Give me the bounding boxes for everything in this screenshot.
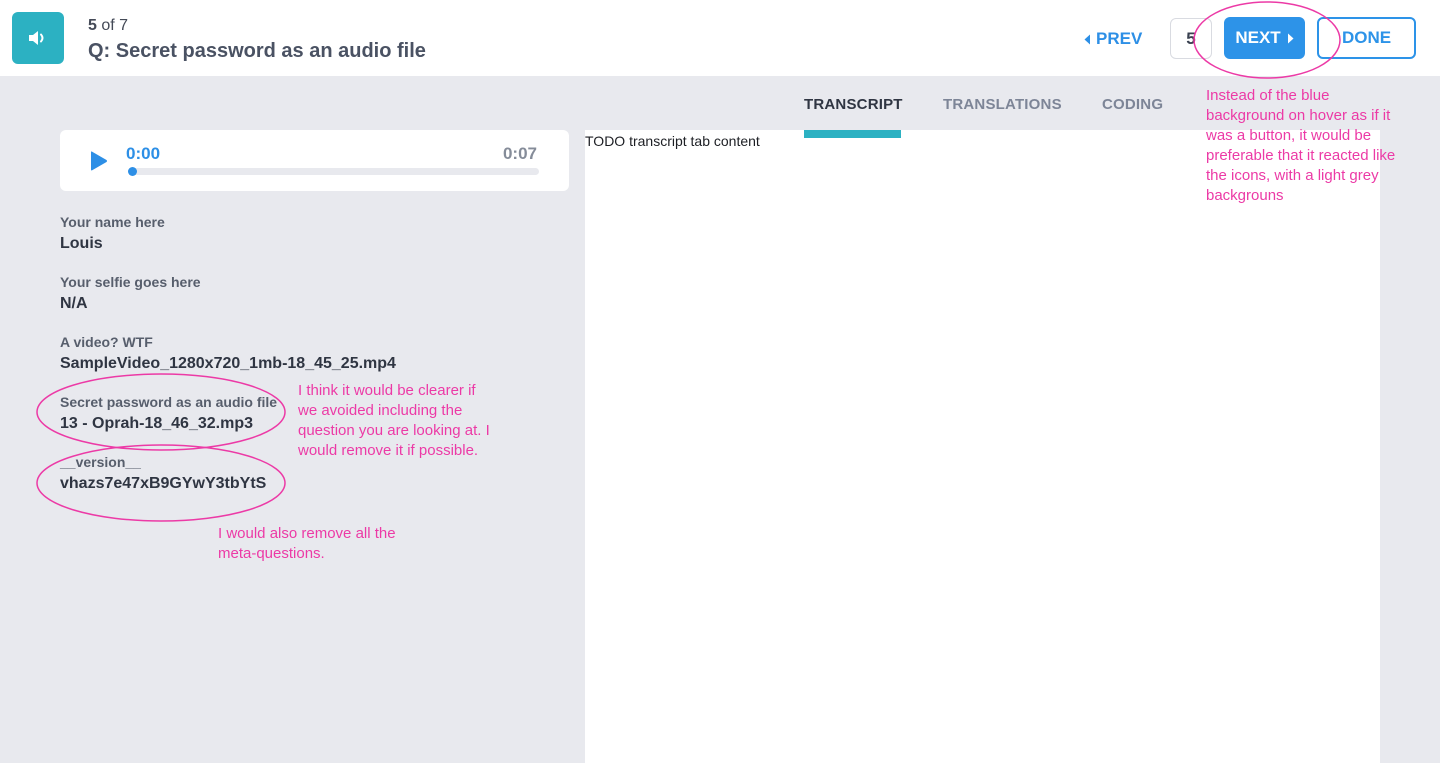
total-time: 0:07 <box>502 144 537 163</box>
note-line: backgrouns <box>1206 187 1284 204</box>
caret-right-icon <box>1287 33 1294 43</box>
active-tab-indicator <box>804 130 901 138</box>
current-time: 0:00 <box>126 144 161 163</box>
answer-label: Your name here <box>60 214 165 230</box>
prev-button[interactable]: PREV <box>1084 28 1142 50</box>
prev-button-label: PREV <box>1096 29 1143 48</box>
question-counter: 5 of 7 <box>88 17 128 35</box>
note-line: the icons, with a light grey <box>1206 167 1379 184</box>
note-line: question you are looking at. I <box>298 422 490 439</box>
answer-value: Louis <box>60 235 103 252</box>
header-bar: 5 of 7 Q: Secret password as an audio fi… <box>0 0 1440 76</box>
note-line: we avoided including the <box>298 402 463 419</box>
page-number-input[interactable] <box>1170 18 1212 59</box>
transcript-panel: TODO transcript tab content <box>585 130 1380 763</box>
annotation-question-note: I think it would be clearer if we avoide… <box>298 381 528 461</box>
note-line: preferable that it reacted like <box>1206 147 1396 164</box>
answer-label: Your selfie goes here <box>60 274 201 290</box>
next-button[interactable]: NEXT <box>1224 17 1305 59</box>
note-line: was a button, it would be <box>1206 127 1372 144</box>
audio-question-badge <box>12 12 64 64</box>
annotation-meta-note: I would also remove all the meta-questio… <box>218 524 448 564</box>
page-title: Q: Secret password as an audio file <box>88 40 426 62</box>
answer-item: Your selfie goes here N/A <box>60 274 560 334</box>
audio-progress-track[interactable] <box>128 167 539 176</box>
answer-value: SampleVideo_1280x720_1mb-18_45_25.mp4 <box>60 355 396 372</box>
note-line: Instead of the blue <box>1206 87 1330 104</box>
tab-coding[interactable]: CODING <box>1102 96 1163 113</box>
answer-item: Your name here Louis <box>60 214 560 274</box>
caret-left-icon <box>1084 34 1090 44</box>
speaker-icon <box>29 31 44 45</box>
tab-translations[interactable]: TRANSLATIONS <box>943 96 1062 113</box>
answer-item: __version__ vhazs7e47xB9GYwY3tbYtS <box>60 454 560 514</box>
audio-progress-thumb[interactable] <box>128 167 137 176</box>
play-icon[interactable] <box>90 150 108 172</box>
tab-transcript[interactable]: TRANSCRIPT <box>804 96 903 113</box>
note-line: meta-questions. <box>218 545 325 562</box>
audio-player: 0:00 0:07 <box>60 130 569 191</box>
note-line: I would also remove all the <box>218 525 396 542</box>
note-line: would remove it if possible. <box>298 442 479 459</box>
transcript-content: TODO transcript tab content <box>585 133 760 149</box>
next-button-label: NEXT <box>1235 28 1281 47</box>
counter-total: of 7 <box>96 17 129 34</box>
note-line: background on hover as if it <box>1206 107 1391 124</box>
answer-value: vhazs7e47xB9GYwY3tbYtS <box>60 475 267 492</box>
done-button[interactable]: DONE <box>1317 17 1416 59</box>
answer-label: A video? WTF <box>60 334 153 350</box>
answers-list: Your name here Louis Your selfie goes he… <box>60 214 560 514</box>
note-line: I think it would be clearer if <box>298 382 476 399</box>
annotation-hover-note: Instead of the blue background on hover … <box>1206 86 1431 206</box>
answer-value: N/A <box>60 295 88 312</box>
counter-current: 5 <box>88 17 97 34</box>
